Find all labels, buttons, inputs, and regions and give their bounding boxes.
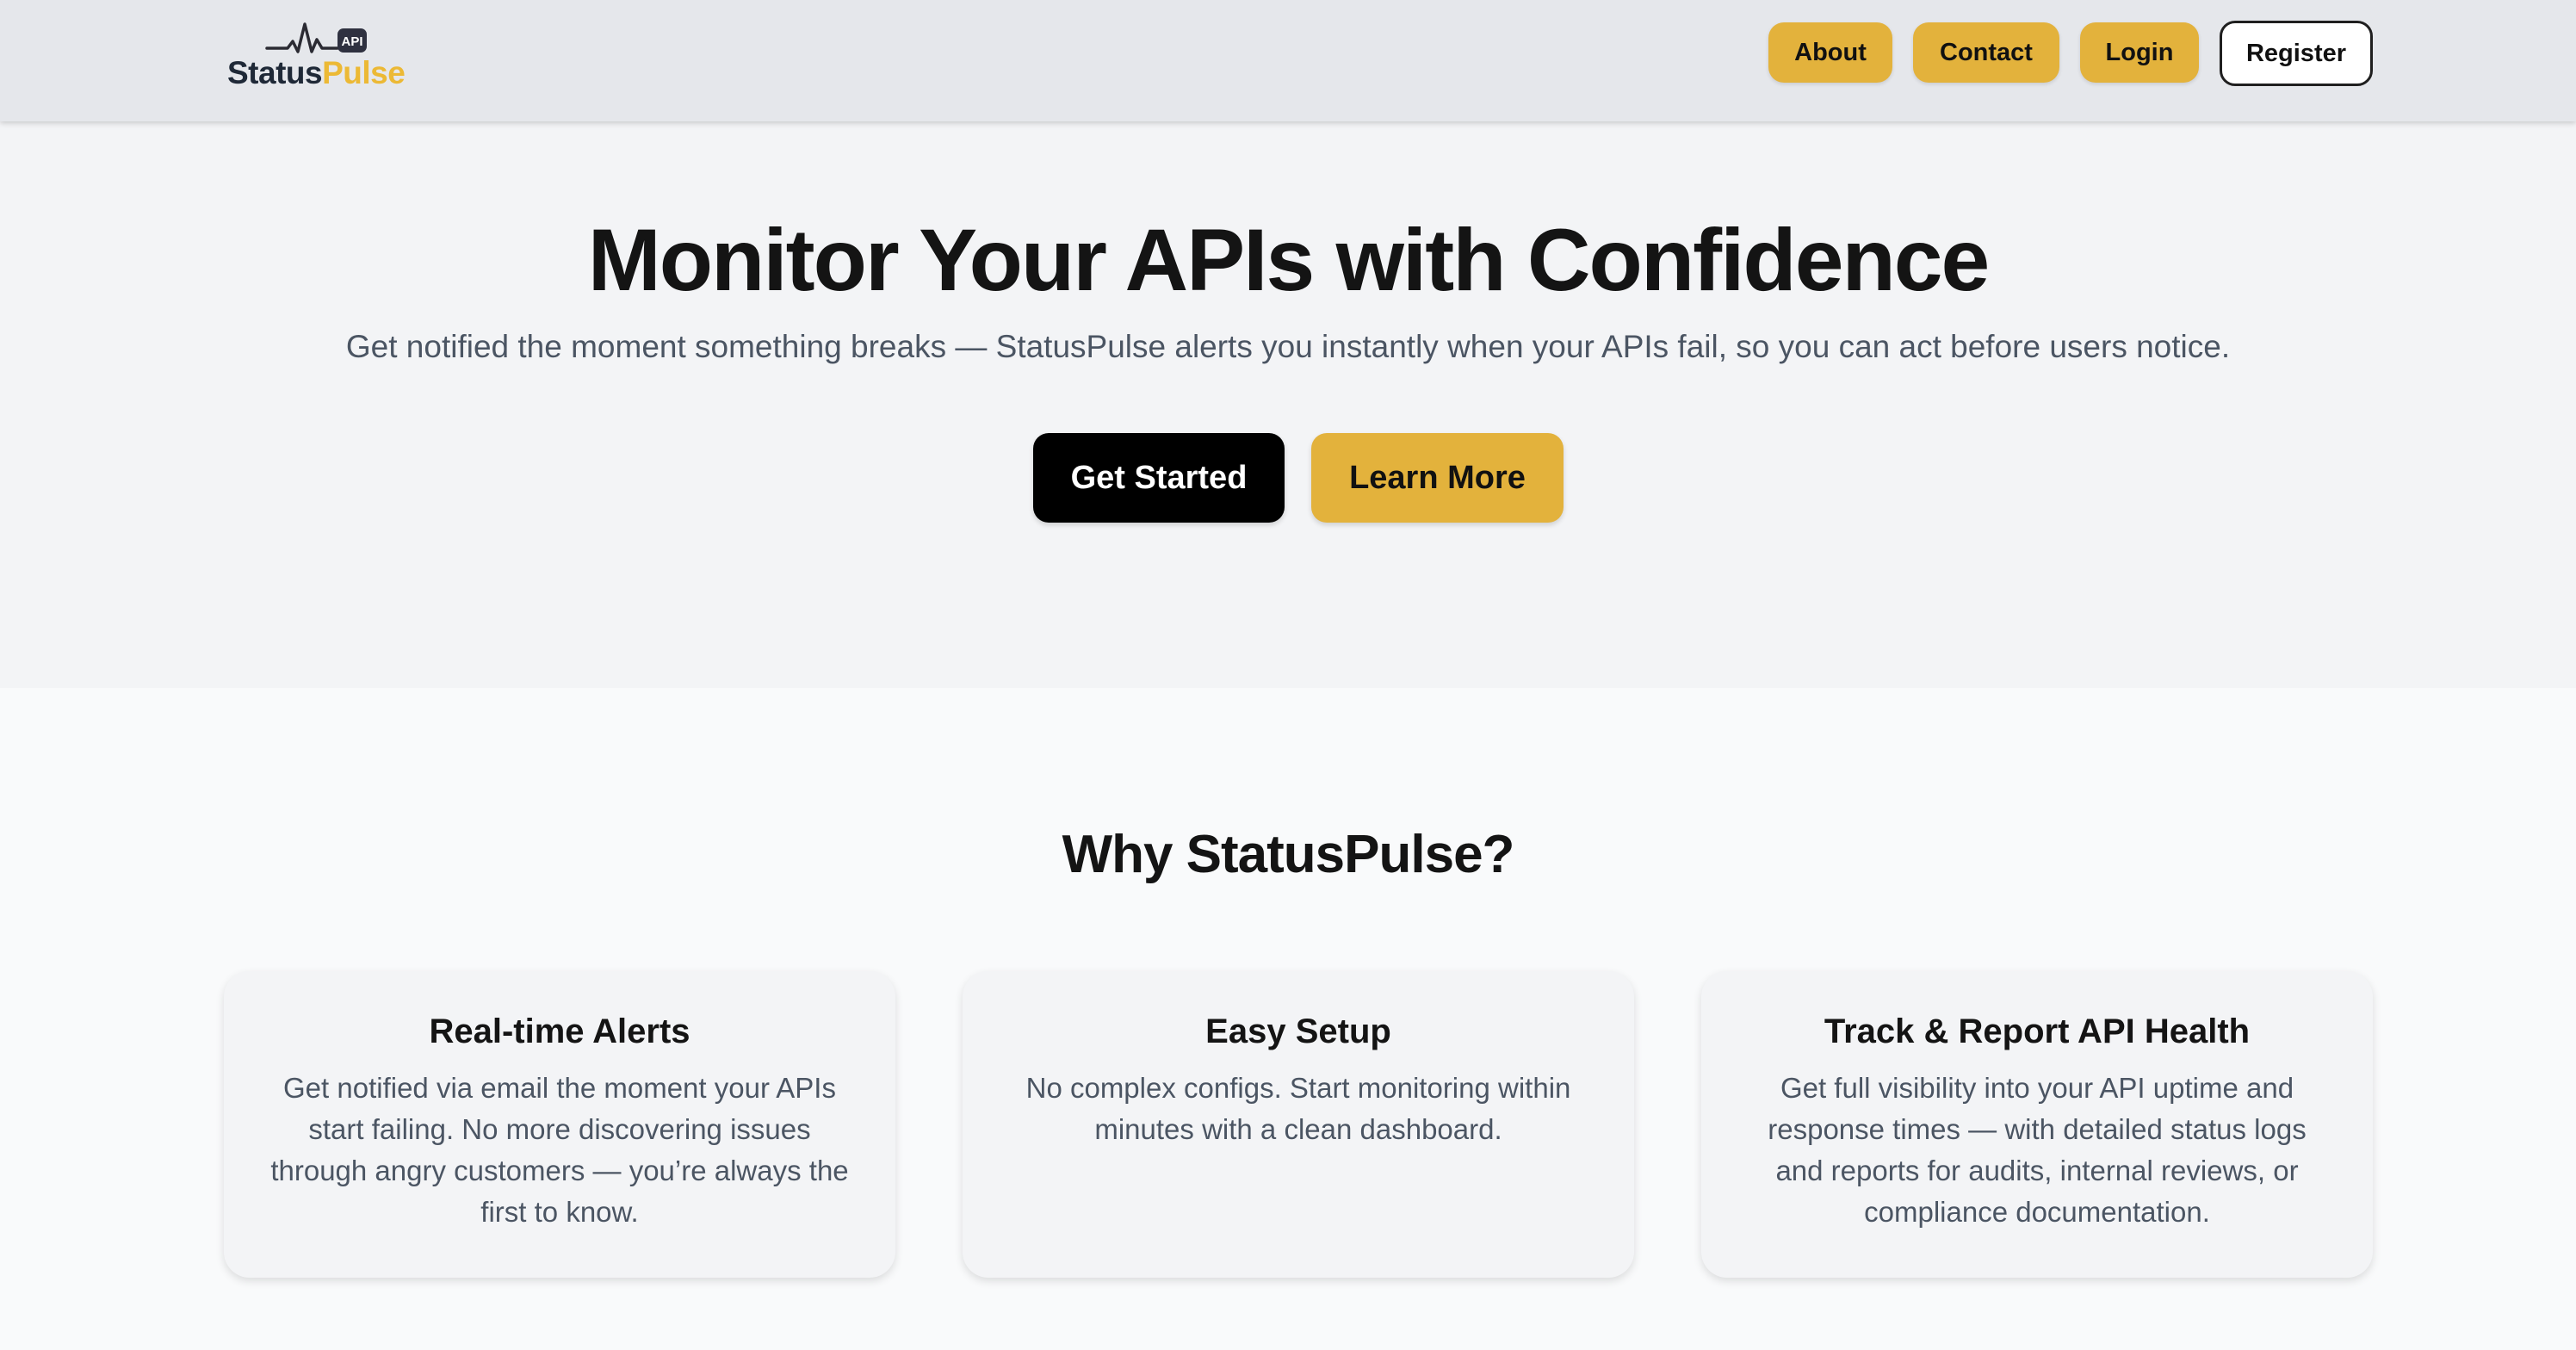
feature-card-track-report: Track & Report API Health Get full visib… <box>1701 971 2373 1278</box>
learn-more-button[interactable]: Learn More <box>1311 433 1564 523</box>
register-button[interactable]: Register <box>2220 21 2373 86</box>
page: API StatusPulse About Contact Login Regi… <box>0 0 2576 1350</box>
pulse-api-icon: API <box>265 22 367 53</box>
hero-title: Monitor Your APIs with Confidence <box>587 211 1990 309</box>
feature-card-realtime-alerts: Real-time Alerts Get notified via email … <box>224 971 895 1278</box>
statuspulse-logo[interactable]: API StatusPulse <box>227 17 417 91</box>
get-started-button[interactable]: Get Started <box>1033 433 1285 523</box>
feature-card-title: Real-time Alerts <box>429 1012 690 1050</box>
api-badge-label: API <box>341 34 362 49</box>
features-title: Why StatusPulse? <box>1062 825 1515 884</box>
feature-card-text: Get full visibility into your API uptime… <box>1768 1072 2307 1228</box>
hero-section: Monitor Your APIs with Confidence Get no… <box>0 121 2576 688</box>
brand-wordmark: StatusPulse <box>227 55 406 91</box>
top-navbar: API StatusPulse About Contact Login Regi… <box>0 0 2576 121</box>
login-button[interactable]: Login <box>2080 22 2199 83</box>
feature-card-text: Get notified via email the moment your A… <box>270 1072 849 1228</box>
hero-subtitle: Get notified the moment something breaks… <box>345 329 2231 364</box>
feature-card-text: No complex configs. Start monitoring wit… <box>1025 1072 1571 1145</box>
feature-card-title: Track & Report API Health <box>1824 1012 2251 1050</box>
feature-card-easy-setup: Easy Setup No complex configs. Start mon… <box>963 971 1634 1278</box>
contact-button[interactable]: Contact <box>1913 22 2059 83</box>
brand-name-status: Status <box>227 55 323 90</box>
feature-card-title: Easy Setup <box>1205 1012 1391 1050</box>
about-button[interactable]: About <box>1768 22 1892 83</box>
brand-name-pulse: Pulse <box>322 55 406 90</box>
